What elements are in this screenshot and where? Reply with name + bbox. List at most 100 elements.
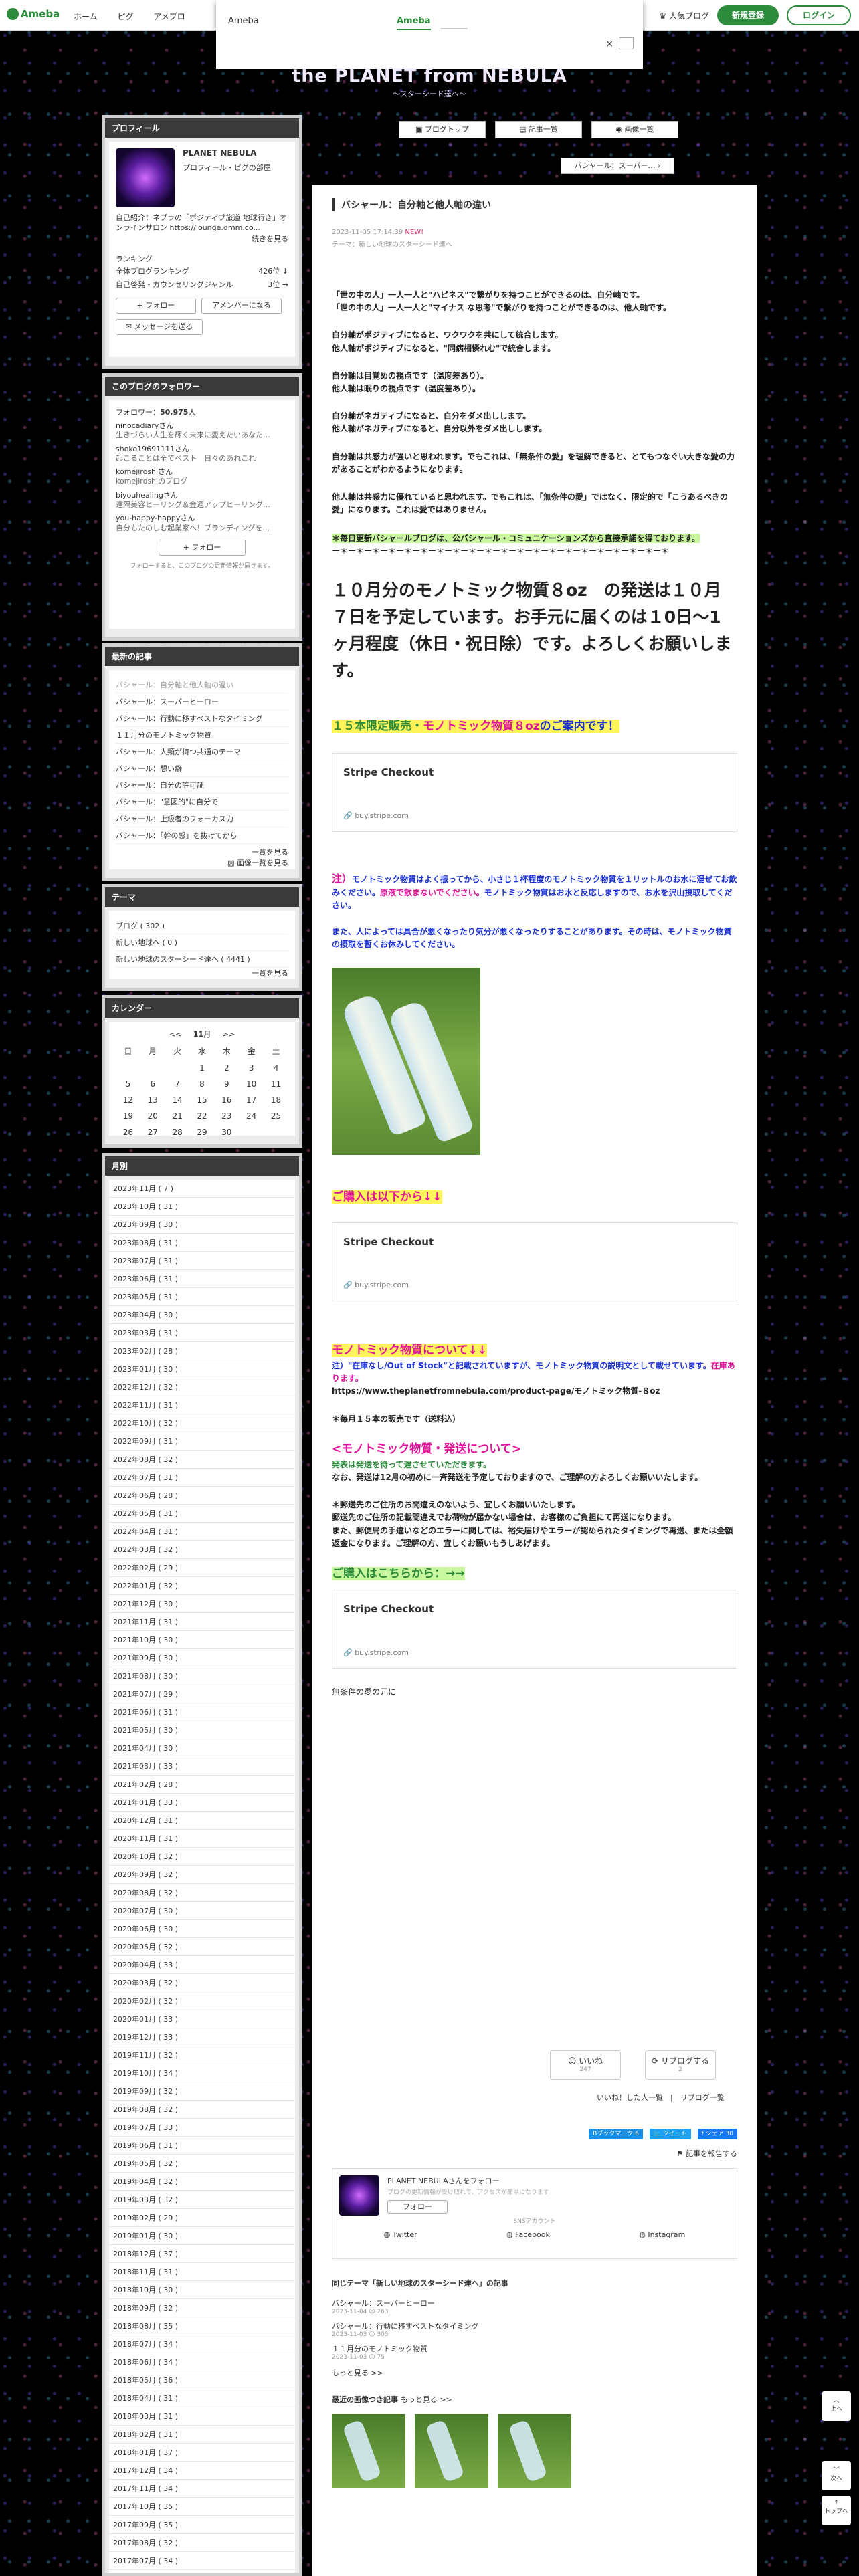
same-theme-item[interactable]: １１月分のモノトミック物質 2023-11-03 ☺ 75 [332, 2343, 737, 2361]
archive-month-link[interactable]: 2019年09月 ( 32 ) [109, 2082, 295, 2101]
archive-month-link[interactable]: 2022年05月 ( 31 ) [109, 1505, 295, 1523]
stripe-checkout-card-2[interactable]: Stripe Checkout 🔗 buy.stripe.com [332, 1222, 737, 1301]
theme-link[interactable]: 新しい地球のスターシード達へ ( 4441 ) [116, 951, 288, 968]
archive-month-link[interactable]: 2018年06月 ( 34 ) [109, 2353, 295, 2371]
author-avatar[interactable] [339, 2175, 379, 2216]
archive-month-link[interactable]: 2023年07月 ( 31 ) [109, 1252, 295, 1270]
recent-post-link[interactable]: バシャール：自分の許可証 [116, 777, 288, 794]
archive-month-link[interactable]: 2023年04月 ( 30 ) [109, 1306, 295, 1324]
recent-post-link[interactable]: バシャール："意図的"に自分で [116, 794, 288, 811]
twitter-link[interactable]: ◍ Twitter [384, 2230, 417, 2239]
bookmark-button[interactable]: Bブックマーク 6 [589, 2129, 643, 2139]
archive-month-link[interactable]: 2021年04月 ( 30 ) [109, 1739, 295, 1757]
follow-button[interactable]: + フォロー [116, 297, 196, 314]
follower-item[interactable]: shoko19691111さん 起こることは全てベスト 日々のあれこれ [116, 445, 288, 464]
archive-month-link[interactable]: 2020年05月 ( 32 ) [109, 1938, 295, 1956]
archive-month-link[interactable]: 2023年01月 ( 30 ) [109, 1360, 295, 1378]
facebook-share-button[interactable]: f シェア 30 [697, 2129, 737, 2139]
archive-month-link[interactable]: 2019年08月 ( 32 ) [109, 2101, 295, 2119]
amember-button[interactable]: アメンバーになる [201, 297, 282, 314]
send-message-button[interactable]: ✉ メッセージを送る [116, 318, 203, 335]
next-post-button[interactable]: バシャール：スーパー… › [561, 158, 674, 174]
archive-month-link[interactable]: 2020年06月 ( 30 ) [109, 1920, 295, 1938]
archive-month-link[interactable]: 2021年08月 ( 30 ) [109, 1667, 295, 1685]
stripe-checkout-card-3[interactable]: Stripe Checkout 🔗 buy.stripe.com [332, 1590, 737, 1669]
archive-month-link[interactable]: 2017年10月 ( 35 ) [109, 2498, 295, 2516]
article-theme[interactable]: テーマ：新しい地球のスターシード達へ [332, 241, 452, 249]
follower-item[interactable]: biyouhealingさん 遠隔美容ヒーリング＆金運アップヒーリング… [116, 491, 288, 510]
archive-month-link[interactable]: 2017年06月 ( 32 ) [109, 2570, 295, 2573]
scroll-up-button[interactable]: ︿ 上へ [822, 2391, 851, 2421]
archive-month-link[interactable]: 2019年03月 ( 32 ) [109, 2191, 295, 2209]
archive-month-link[interactable]: 2017年07月 ( 34 ) [109, 2552, 295, 2570]
archive-month-link[interactable]: 2023年02月 ( 28 ) [109, 1342, 295, 1360]
same-theme-item[interactable]: バシャール：行動に移すベストなタイミング 2023-11-03 ☺ 305 [332, 2321, 737, 2338]
archive-month-link[interactable]: 2021年07月 ( 29 ) [109, 1685, 295, 1703]
archive-month-link[interactable]: 2018年01月 ( 37 ) [109, 2444, 295, 2462]
popular-blog-link[interactable]: ♛ 人気ブログ [659, 10, 709, 21]
recent-post-link[interactable]: バシャール：上級者のフォーカス力 [116, 811, 288, 827]
follower-item[interactable]: ninocadiaryさん 生きづらい人生を輝く未来に変えたいあなた… [116, 421, 288, 441]
recent-more-link[interactable]: 一覧を見る [116, 847, 288, 857]
theme-link[interactable]: ブログ ( 302 ) [116, 918, 288, 934]
nav-pigg[interactable]: ピグ [117, 12, 133, 21]
report-link[interactable]: ⚑ 記事を報告する [677, 2148, 737, 2159]
recent-post-link[interactable]: バシャール：「幹の感」を抜けてから [116, 827, 288, 844]
rank-genre-label[interactable]: 自己啓発・カウンセリングジャンル [116, 279, 233, 290]
article-list-button[interactable]: ▤ 記事一覧 [495, 121, 582, 138]
instagram-link[interactable]: ◍ Instagram [639, 2230, 685, 2239]
popup-tab-ameba[interactable]: Ameba [397, 16, 431, 30]
image-list-link[interactable]: ▧ 画像一覧を見る [116, 857, 288, 868]
popup-tab-inactive[interactable] [441, 16, 468, 29]
back-to-top-button[interactable]: ↑ トップへ [822, 2496, 851, 2525]
archive-month-link[interactable]: 2020年09月 ( 32 ) [109, 1866, 295, 1884]
archive-month-link[interactable]: 2020年12月 ( 31 ) [109, 1812, 295, 1830]
follow-author-button[interactable]: フォロー [387, 2200, 448, 2214]
recent-image-thumb[interactable] [498, 2414, 571, 2488]
archive-month-link[interactable]: 2017年09月 ( 35 ) [109, 2516, 295, 2534]
archive-month-link[interactable]: 2022年12月 ( 32 ) [109, 1378, 295, 1396]
archive-month-link[interactable]: 2022年09月 ( 31 ) [109, 1432, 295, 1451]
archive-month-link[interactable]: 2018年11月 ( 31 ) [109, 2263, 295, 2281]
product-image-bottles[interactable] [332, 967, 480, 1155]
archive-month-link[interactable]: 2022年06月 ( 28 ) [109, 1487, 295, 1505]
article-title[interactable]: バシャール：自分軸と他人軸の違い [332, 198, 737, 211]
archive-month-link[interactable]: 2019年01月 ( 30 ) [109, 2227, 295, 2245]
archive-month-link[interactable]: 2019年11月 ( 32 ) [109, 2046, 295, 2064]
follow-button-2[interactable]: + フォロー [159, 539, 246, 556]
archive-month-link[interactable]: 2020年11月 ( 31 ) [109, 1830, 295, 1848]
archive-month-link[interactable]: 2018年02月 ( 31 ) [109, 2426, 295, 2444]
archive-month-link[interactable]: 2022年01月 ( 32 ) [109, 1577, 295, 1595]
read-more-link[interactable]: 続きを見る [116, 233, 288, 244]
avatar[interactable] [116, 148, 175, 207]
recent-post-link[interactable]: １１月分のモノトミック物質 [116, 727, 288, 744]
tweet-button[interactable]: 🐦 ツイート [649, 2129, 691, 2139]
follower-item[interactable]: komejiroshiさん komejiroshiのブログ [116, 467, 288, 487]
archive-month-link[interactable]: 2019年05月 ( 32 ) [109, 2155, 295, 2173]
archive-month-link[interactable]: 2023年08月 ( 31 ) [109, 1234, 295, 1252]
theme-link[interactable]: 新しい地球へ ( 0 ) [116, 934, 288, 951]
like-button[interactable]: ☺ いいね 247 [550, 2050, 621, 2080]
archive-month-link[interactable]: 2017年11月 ( 34 ) [109, 2480, 295, 2498]
archive-month-link[interactable]: 2023年10月 ( 31 ) [109, 1198, 295, 1216]
theme-more-link[interactable]: 一覧を見る [116, 968, 288, 978]
archive-month-link[interactable]: 2021年03月 ( 33 ) [109, 1757, 295, 1776]
follower-item[interactable]: you-happy-happyさん 自分もたのしむ起業家へ！ブランディングを… [116, 514, 288, 533]
stripe-checkout-card-1[interactable]: Stripe Checkout 🔗 buy.stripe.com [332, 752, 737, 832]
recent-post-link[interactable]: バシャール：自分軸と他人軸の違い [116, 677, 288, 693]
same-theme-item[interactable]: バシャール：スーパーヒーロー 2023-11-04 ☺ 263 [332, 2298, 737, 2315]
image-list-button[interactable]: ◉ 画像一覧 [591, 121, 678, 138]
product-url[interactable]: https://www.theplanetfromnebula.com/prod… [332, 1385, 737, 1398]
archive-month-link[interactable]: 2019年04月 ( 32 ) [109, 2173, 295, 2191]
recent-post-link[interactable]: バシャール：スーパーヒーロー [116, 693, 288, 710]
reblog-button[interactable]: ⟳ リブログする 2 [645, 2050, 716, 2080]
archive-month-link[interactable]: 2017年08月 ( 32 ) [109, 2534, 295, 2552]
archive-month-link[interactable]: 2023年03月 ( 31 ) [109, 1324, 295, 1342]
archive-month-link[interactable]: 2017年12月 ( 34 ) [109, 2462, 295, 2480]
archive-month-link[interactable]: 2021年10月 ( 30 ) [109, 1631, 295, 1649]
archive-month-link[interactable]: 2022年02月 ( 29 ) [109, 1559, 295, 1577]
calendar-prev[interactable]: << [169, 1030, 181, 1039]
recent-image-more-link[interactable]: もっと見る >> [401, 2395, 452, 2404]
archive-month-link[interactable]: 2019年12月 ( 33 ) [109, 2028, 295, 2046]
archive-month-link[interactable]: 2019年06月 ( 31 ) [109, 2137, 295, 2155]
